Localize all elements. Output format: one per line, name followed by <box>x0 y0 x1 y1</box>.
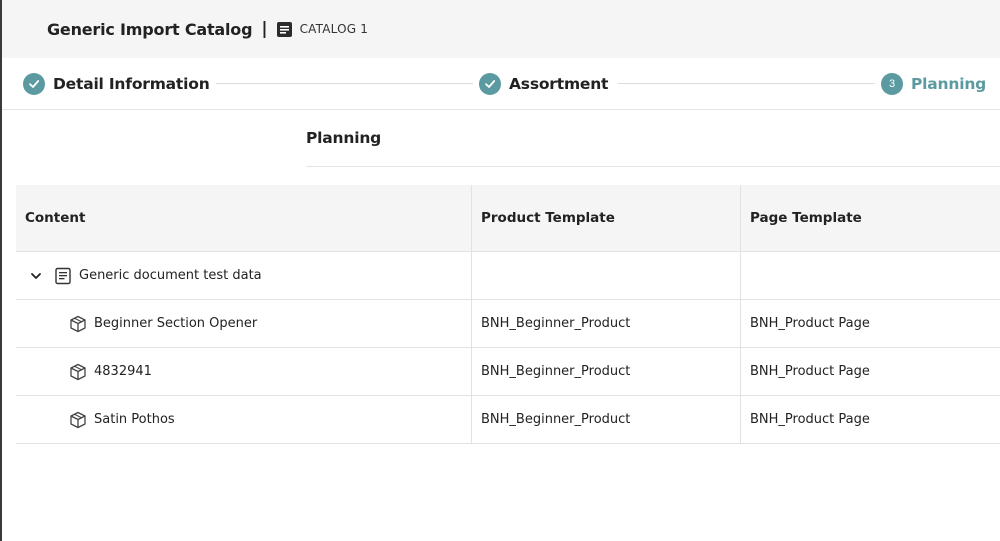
column-header-product-template[interactable]: Product Template <box>471 185 740 251</box>
catalog-name: CATALOG 1 <box>299 22 369 36</box>
table-header: Content Product Template Page Template <box>16 185 1000 252</box>
group-cell: Generic document test data <box>16 252 471 299</box>
column-header-content[interactable]: Content <box>16 185 471 251</box>
title-separator: | <box>261 19 268 39</box>
table-row[interactable]: Beginner Section Opener BNH_Beginner_Pro… <box>16 300 1000 348</box>
step-assortment[interactable]: Assortment <box>479 72 608 96</box>
check-icon <box>23 73 45 95</box>
product-template-cell[interactable]: BNH_Beginner_Product <box>471 348 740 395</box>
step-number: 3 <box>881 73 903 95</box>
step-planning[interactable]: 3 Planning <box>881 72 986 96</box>
wizard-stepper: Detail Information Assortment 3 Planning <box>2 58 1000 110</box>
step-label: Assortment <box>509 75 609 93</box>
table-row[interactable]: Satin Pothos BNH_Beginner_Product BNH_Pr… <box>16 396 1000 444</box>
empty-cell <box>740 252 1000 299</box>
content-cell: 4832941 <box>16 348 471 395</box>
check-icon <box>479 73 501 95</box>
step-label: Detail Information <box>53 75 210 93</box>
box-icon <box>69 315 87 333</box>
table-row[interactable]: 4832941 BNH_Beginner_Product BNH_Product… <box>16 348 1000 396</box>
product-template-cell[interactable]: BNH_Beginner_Product <box>471 300 740 347</box>
box-icon <box>69 363 87 381</box>
window-left-edge <box>0 0 2 541</box>
box-icon <box>69 411 87 429</box>
page-template-cell[interactable]: BNH_Product Page <box>740 348 1000 395</box>
page-header: Generic Import Catalog | CATALOG 1 <box>2 0 1000 58</box>
page-template-cell[interactable]: BNH_Product Page <box>740 396 1000 443</box>
step-connector <box>618 83 875 84</box>
content-cell: Satin Pothos <box>16 396 471 443</box>
step-connector <box>216 83 473 84</box>
content-label: Beginner Section Opener <box>94 316 258 331</box>
document-icon <box>276 21 293 38</box>
page-template-cell[interactable]: BNH_Product Page <box>740 300 1000 347</box>
chevron-down-icon[interactable] <box>29 269 43 283</box>
content-label: 4832941 <box>94 364 152 379</box>
product-template-cell[interactable]: BNH_Beginner_Product <box>471 396 740 443</box>
step-label: Planning <box>911 75 987 93</box>
step-detail-information[interactable]: Detail Information <box>23 72 210 96</box>
document-icon <box>54 267 72 285</box>
app-title: Generic Import Catalog <box>47 19 253 39</box>
table-group-row[interactable]: Generic document test data <box>16 252 1000 300</box>
group-label: Generic document test data <box>79 268 262 283</box>
content-label: Satin Pothos <box>94 412 175 427</box>
content-cell: Beginner Section Opener <box>16 300 471 347</box>
planning-table: Content Product Template Page Template G… <box>16 185 1000 444</box>
section-title: Planning <box>306 110 1000 167</box>
empty-cell <box>471 252 740 299</box>
column-header-page-template[interactable]: Page Template <box>740 185 1000 251</box>
